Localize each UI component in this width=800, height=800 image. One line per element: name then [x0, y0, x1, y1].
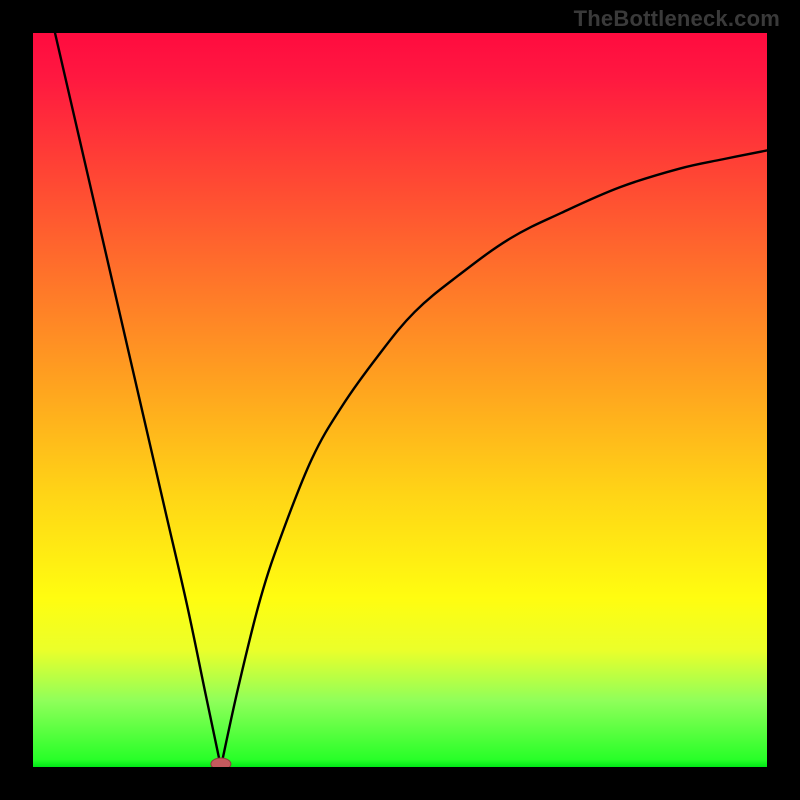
optimum-marker [211, 758, 231, 767]
plot-area [33, 33, 767, 767]
bottleneck-curve [55, 33, 767, 767]
watermark-text: TheBottleneck.com [574, 6, 780, 32]
chart-frame: TheBottleneck.com [0, 0, 800, 800]
chart-svg [33, 33, 767, 767]
